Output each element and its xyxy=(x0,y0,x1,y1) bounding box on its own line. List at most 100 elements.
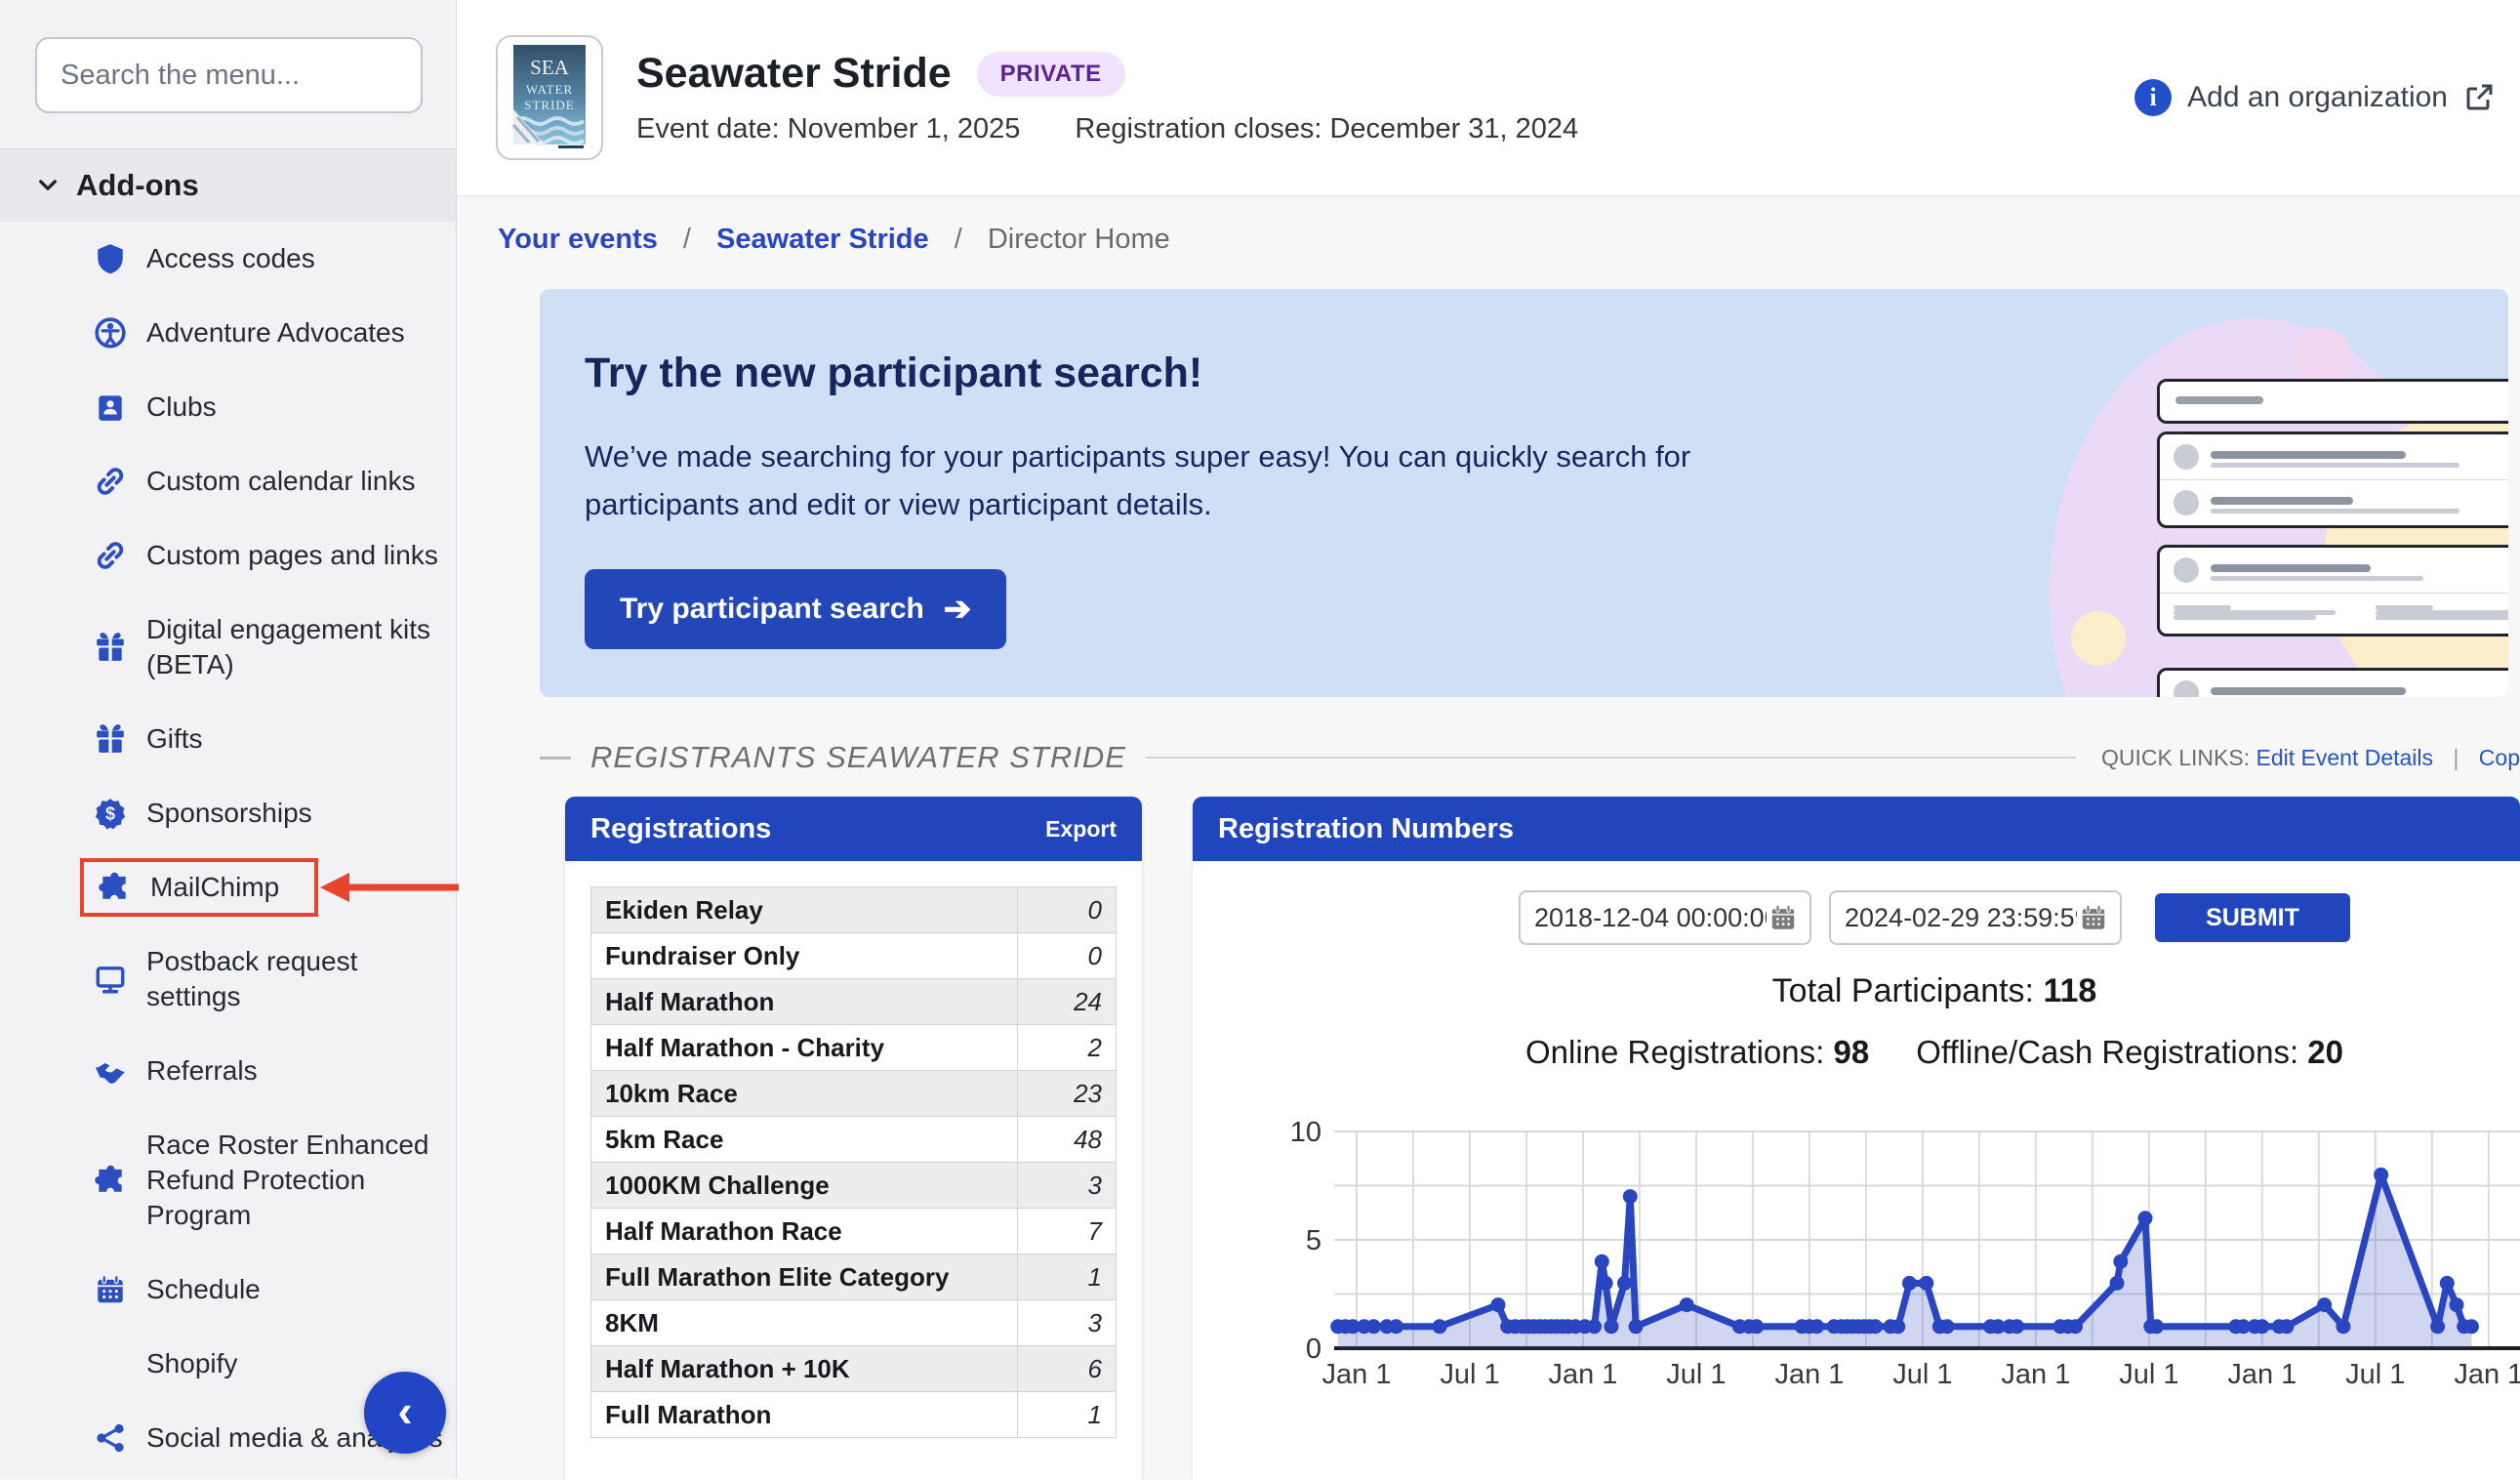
addons-section-header[interactable]: Add-ons xyxy=(0,148,456,222)
sidebar-item-label: Race Roster Enhanced Refund Protection P… xyxy=(146,1130,429,1230)
registration-category: 1000KM Challenge xyxy=(590,1162,1018,1209)
svg-text:Jul 1: Jul 1 xyxy=(1892,1359,1952,1389)
registrants-heading-text: REGISTRANTS SEAWATER STRIDE xyxy=(590,740,1126,774)
sidebar-item-custom-pages-and-links[interactable]: Custom pages and links xyxy=(0,518,456,593)
registration-row: Full Marathon Elite Category 1 xyxy=(590,1254,1117,1300)
date-to-field[interactable] xyxy=(1829,890,2122,945)
date-to-input[interactable] xyxy=(1843,901,2079,934)
registration-count: 1 xyxy=(1017,1391,1117,1438)
date-from-field[interactable] xyxy=(1519,890,1811,945)
add-organization-label: Add an organization xyxy=(2187,81,2448,113)
sidebar-item-custom-calendar-links[interactable]: Custom calendar links xyxy=(0,444,456,518)
quick-links-divider: | xyxy=(2453,744,2459,770)
id-card-icon xyxy=(94,391,127,424)
edit-event-details-link[interactable]: Edit Event Details xyxy=(2256,745,2434,770)
sidebar-item-label: Postback request settings xyxy=(146,946,358,1011)
event-date-text: Event date: November 1, 2025 xyxy=(636,113,1021,144)
sidebar-item-postback-request-settings[interactable]: Postback request settings xyxy=(0,925,456,1034)
breadcrumb-separator: / xyxy=(954,224,962,255)
svg-text:Jan 1: Jan 1 xyxy=(2454,1359,2520,1389)
sidebar-item-adventure-advocates[interactable]: Adventure Advocates xyxy=(0,296,456,370)
registration-count: 7 xyxy=(1017,1208,1117,1254)
addons-label: Add-ons xyxy=(76,168,199,202)
svg-text:5: 5 xyxy=(1306,1225,1321,1256)
breadcrumb-your-events[interactable]: Your events xyxy=(498,224,658,255)
breadcrumb-separator: / xyxy=(682,224,691,255)
registration-category: Half Marathon - Charity xyxy=(590,1024,1018,1071)
sidebar-item-label: MailChimp xyxy=(150,872,280,902)
registration-row: 8KM 3 xyxy=(590,1299,1117,1346)
svg-text:Jan 1: Jan 1 xyxy=(2001,1359,2070,1389)
registration-count: 24 xyxy=(1017,978,1117,1025)
copy-link[interactable]: Cop xyxy=(2479,745,2520,770)
svg-text:10: 10 xyxy=(1290,1117,1321,1148)
page-title: Seawater Stride xyxy=(636,50,952,97)
sidebar-item-referrals[interactable]: Referrals xyxy=(0,1034,456,1108)
sidebar-item-digital-engagement-kits-beta[interactable]: Digital engagement kits (BETA) xyxy=(0,593,456,702)
share-icon xyxy=(94,1421,127,1455)
registration-row: 5km Race 48 xyxy=(590,1116,1117,1163)
illustration-result-card xyxy=(2157,432,2508,528)
accessibility-icon xyxy=(94,316,127,349)
illustration-detail-card xyxy=(2157,545,2508,637)
breadcrumb-event[interactable]: Seawater Stride xyxy=(716,224,929,255)
registration-category: 8KM xyxy=(590,1299,1018,1346)
quick-links-label: QUICK LINKS: xyxy=(2101,744,2251,770)
sidebar-item-race-roster-enhanced-refund-protection-program[interactable]: Race Roster Enhanced Refund Protection P… xyxy=(0,1108,456,1253)
sidebar-item-access-codes[interactable]: Access codes xyxy=(0,222,456,296)
registration-count: 0 xyxy=(1017,886,1117,933)
sidebar-item-label: Custom calendar links xyxy=(146,466,416,496)
heading-rule-left xyxy=(540,756,571,760)
event-logo: SEA WATER STRIDE xyxy=(496,35,603,160)
registration-row: Half Marathon 24 xyxy=(590,978,1117,1025)
sidebar-item-label: Custom pages and links xyxy=(146,540,438,570)
sidebar-collapse-button[interactable]: ‹ xyxy=(364,1372,446,1454)
link-icon xyxy=(94,465,127,498)
svg-text:Jul 1: Jul 1 xyxy=(1666,1359,1726,1389)
try-participant-search-button[interactable]: Try participant search ➔ xyxy=(585,569,1007,649)
registration-category: Full Marathon xyxy=(590,1391,1018,1438)
addons-nav: Access codes Adventure Advocates Clubs Cust… xyxy=(0,222,456,1475)
gift-icon xyxy=(94,631,127,664)
add-organization-link[interactable]: i Add an organization xyxy=(2134,79,2495,116)
private-badge: PRIVATE xyxy=(976,51,1125,97)
sidebar-item-label: Gifts xyxy=(146,723,203,754)
registration-category: Fundraiser Only xyxy=(590,932,1018,979)
submit-button[interactable]: SUBMIT xyxy=(2155,893,2350,942)
sidebar-item-schedule[interactable]: Schedule xyxy=(0,1253,456,1327)
calendar-icon[interactable] xyxy=(1768,903,1798,932)
registration-count: 3 xyxy=(1017,1162,1117,1209)
menu-search-box[interactable] xyxy=(35,37,430,113)
date-range-controls: SUBMIT xyxy=(1519,890,2350,945)
export-button[interactable]: Export xyxy=(1045,816,1117,843)
registration-category: 5km Race xyxy=(590,1116,1018,1163)
svg-text:Jan 1: Jan 1 xyxy=(2227,1359,2296,1389)
registration-category: 10km Race xyxy=(590,1070,1018,1117)
sidebar-item-gifts[interactable]: Gifts xyxy=(0,702,456,776)
svg-text:WATER: WATER xyxy=(526,82,573,97)
registrations-card: Registrations Export Ekiden Relay 0 Fundra… xyxy=(565,797,1142,1480)
monitor-icon xyxy=(94,963,127,996)
registration-row: Half Marathon + 10K 6 xyxy=(590,1345,1117,1392)
external-link-icon xyxy=(2463,82,2495,113)
illustration-search-bar xyxy=(2157,379,2508,424)
sidebar-item-clubs[interactable]: Clubs xyxy=(0,370,456,444)
offline-registrations: Offline/Cash Registrations: 20 xyxy=(1916,1034,2344,1070)
link-icon xyxy=(94,539,127,572)
info-icon: i xyxy=(2134,79,2173,116)
registration-row: Half Marathon - Charity 2 xyxy=(590,1024,1117,1071)
sidebar-item-mailchimp[interactable]: MailChimp xyxy=(0,850,456,925)
registration-row: 1000KM Challenge 3 xyxy=(590,1162,1117,1209)
arrow-right-icon: ➔ xyxy=(943,591,972,628)
svg-text:SEA: SEA xyxy=(530,56,570,79)
registration-category: Ekiden Relay xyxy=(590,886,1018,933)
registration-row: 10km Race 23 xyxy=(590,1070,1117,1117)
sidebar-item-sponsorships[interactable]: Sponsorships xyxy=(0,776,456,850)
date-from-input[interactable] xyxy=(1532,901,1768,934)
registration-category: Full Marathon Elite Category xyxy=(590,1254,1018,1300)
sidebar-item-label: Adventure Advocates xyxy=(146,317,405,348)
menu-search-input[interactable] xyxy=(59,58,430,93)
calendar-icon[interactable] xyxy=(2079,903,2108,932)
svg-text:Jul 1: Jul 1 xyxy=(1440,1359,1499,1389)
sidebar-search-area xyxy=(0,0,456,148)
